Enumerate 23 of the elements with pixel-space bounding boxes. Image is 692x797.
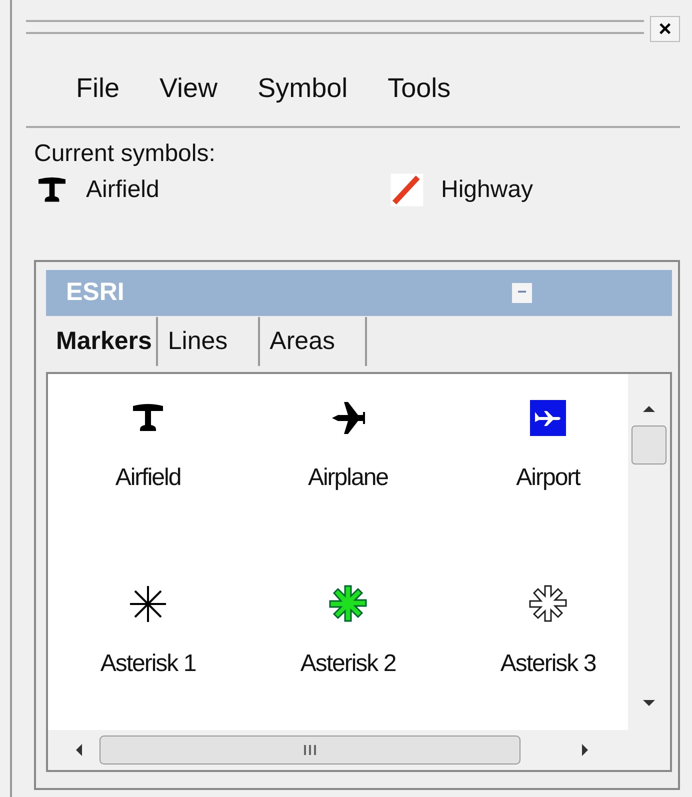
menu-item[interactable]: View xyxy=(140,68,238,108)
asterisk-icon xyxy=(128,584,168,624)
marker-tile[interactable]: Airplane xyxy=(248,398,448,544)
menu-item[interactable]: Symbol xyxy=(238,68,368,108)
current-symbols-label: Current symbols: xyxy=(33,139,216,169)
horizontal-scrollbar[interactable] xyxy=(48,730,670,770)
vertical-scrollbar[interactable] xyxy=(628,374,670,730)
asterisk-icon xyxy=(528,584,568,624)
close-button[interactable]: × xyxy=(650,16,680,42)
asterisk-icon xyxy=(328,584,368,624)
marker-tile[interactable]: Airfield xyxy=(48,398,248,544)
grip-bar[interactable] xyxy=(26,20,644,34)
symbol-name: Airfield xyxy=(86,175,160,205)
marker-tile[interactable]: Airport xyxy=(448,398,610,544)
menu-item[interactable]: Tools xyxy=(368,68,471,108)
marker-tile[interactable]: Asterisk 3 xyxy=(448,584,610,730)
airport-icon xyxy=(528,398,568,438)
panel-title: ESRI xyxy=(66,277,124,308)
marker-tile[interactable]: Asterisk 1 xyxy=(48,584,248,730)
symbol-name: Highway xyxy=(441,175,534,205)
marker-tile[interactable]: Asterisk 2 xyxy=(248,584,448,730)
menu-item[interactable]: File xyxy=(56,68,140,108)
line-symbol-icon xyxy=(389,172,425,208)
